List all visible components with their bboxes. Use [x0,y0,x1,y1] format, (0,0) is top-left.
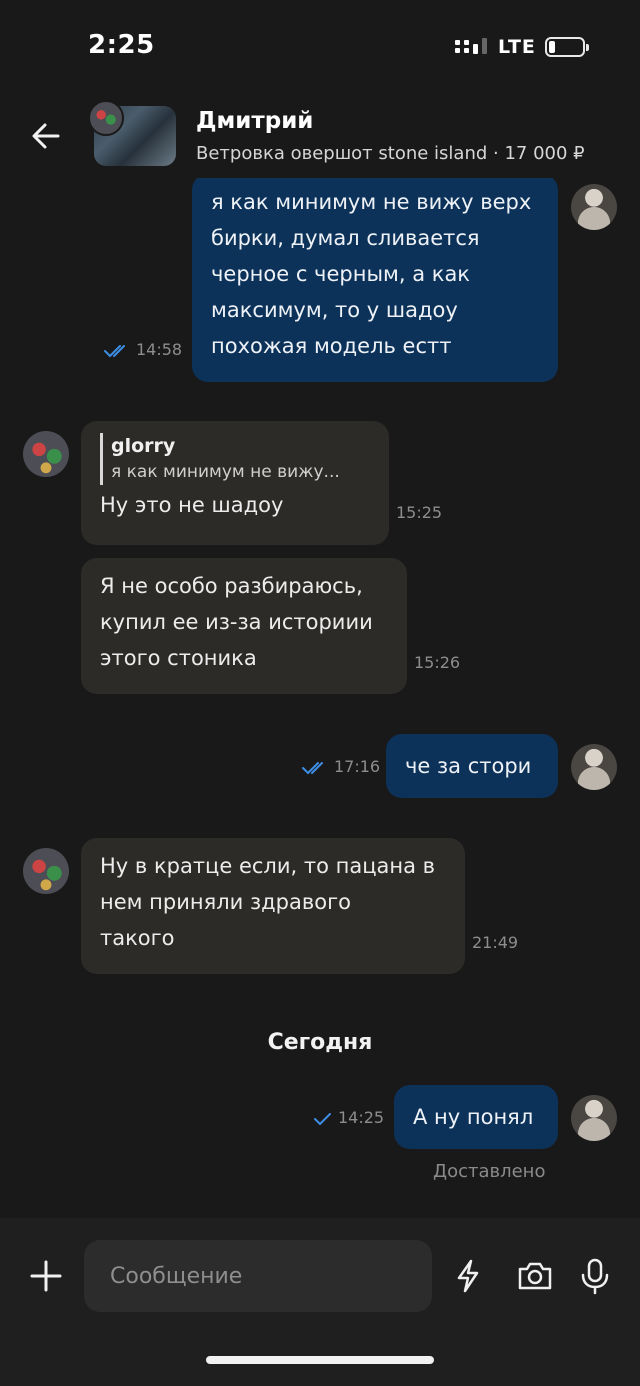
plus-icon[interactable] [28,1258,64,1294]
my-avatar[interactable] [571,184,617,230]
message-text: максимум, то у шадоу [211,298,458,322]
microphone-icon[interactable] [575,1256,615,1296]
message-text: Я не особо разбираюсь, [100,574,363,598]
message-text: че за стори [405,754,532,778]
message-text: бирки, думал сливается [211,226,480,250]
reply-text: я как минимум не вижу... [111,462,340,482]
message-meta: 14:58 [104,340,182,359]
message-time: 15:26 [414,653,461,672]
message-list[interactable]: я как минимум не вижу верх бирки, думал … [0,178,640,1218]
lightning-icon[interactable] [448,1256,488,1296]
message-text: Ну в кратце если, то пацана в [100,854,436,878]
contact-avatar[interactable] [23,431,69,477]
message-time: 14:25 [338,1108,385,1127]
double-check-icon [104,344,125,357]
message-text: черное с черным, а как [211,262,470,286]
delivery-status: Доставлено [433,1161,546,1182]
message-bubble-outgoing[interactable]: А ну понял [394,1085,558,1149]
my-avatar[interactable] [571,1095,617,1141]
double-check-icon [302,761,323,774]
back-arrow-icon[interactable] [26,116,66,156]
message-text: купил ее из-за историии [100,610,373,634]
message-input[interactable] [84,1240,432,1312]
message-meta: 17:16 [302,757,380,776]
message-meta: 14:25 [314,1108,384,1127]
message-bubble-incoming[interactable]: Я не особо разбираюсь, купил ее из-за ис… [81,558,407,694]
battery-icon [545,37,589,57]
message-input-container[interactable] [84,1240,432,1312]
message-time: 14:58 [136,340,183,359]
message-text: я как минимум не вижу верх [211,190,532,214]
contact-name[interactable]: Дмитрий [196,108,313,134]
message-bubble-outgoing[interactable]: я как минимум не вижу верх бирки, думал … [192,178,558,382]
single-check-icon [314,1112,331,1125]
date-separator: Сегодня [267,1030,373,1055]
battery-level [549,41,555,53]
signal-icon [455,38,487,54]
message-bubble-outgoing[interactable]: че за стори [386,734,558,798]
message-time: 15:25 [396,503,443,522]
reply-author: glorry [111,435,176,457]
message-text: этого стоника [100,646,257,670]
contact-avatar[interactable] [23,848,69,894]
status-bar: 2:25 LTE [0,0,640,96]
contact-avatar[interactable] [88,100,124,136]
clock: 2:25 [88,30,155,60]
network-type: LTE [498,36,536,58]
message-composer [0,1218,640,1386]
home-indicator[interactable] [206,1356,434,1364]
message-text: А ну понял [413,1105,534,1129]
message-text: такого [100,926,175,950]
product-subtitle[interactable]: Ветровка овершот stone island · 17 000 ₽ [196,143,585,164]
my-avatar[interactable] [571,744,617,790]
message-text: Ну это не шадоу [100,493,284,517]
message-time: 17:16 [334,757,381,776]
message-text: нем приняли здравого [100,890,351,914]
camera-icon[interactable] [515,1256,555,1296]
message-text: похожая модель естт [211,334,452,358]
message-bubble-incoming[interactable]: Ну в кратце если, то пацана в нем принял… [81,838,465,974]
chat-header: Дмитрий Ветровка овершот stone island · … [0,96,640,174]
message-bubble-incoming[interactable]: glorry я как минимум не вижу... Ну это н… [81,421,389,545]
reply-quote[interactable]: glorry я как минимум не вижу... [100,433,370,485]
message-time: 21:49 [472,933,519,952]
